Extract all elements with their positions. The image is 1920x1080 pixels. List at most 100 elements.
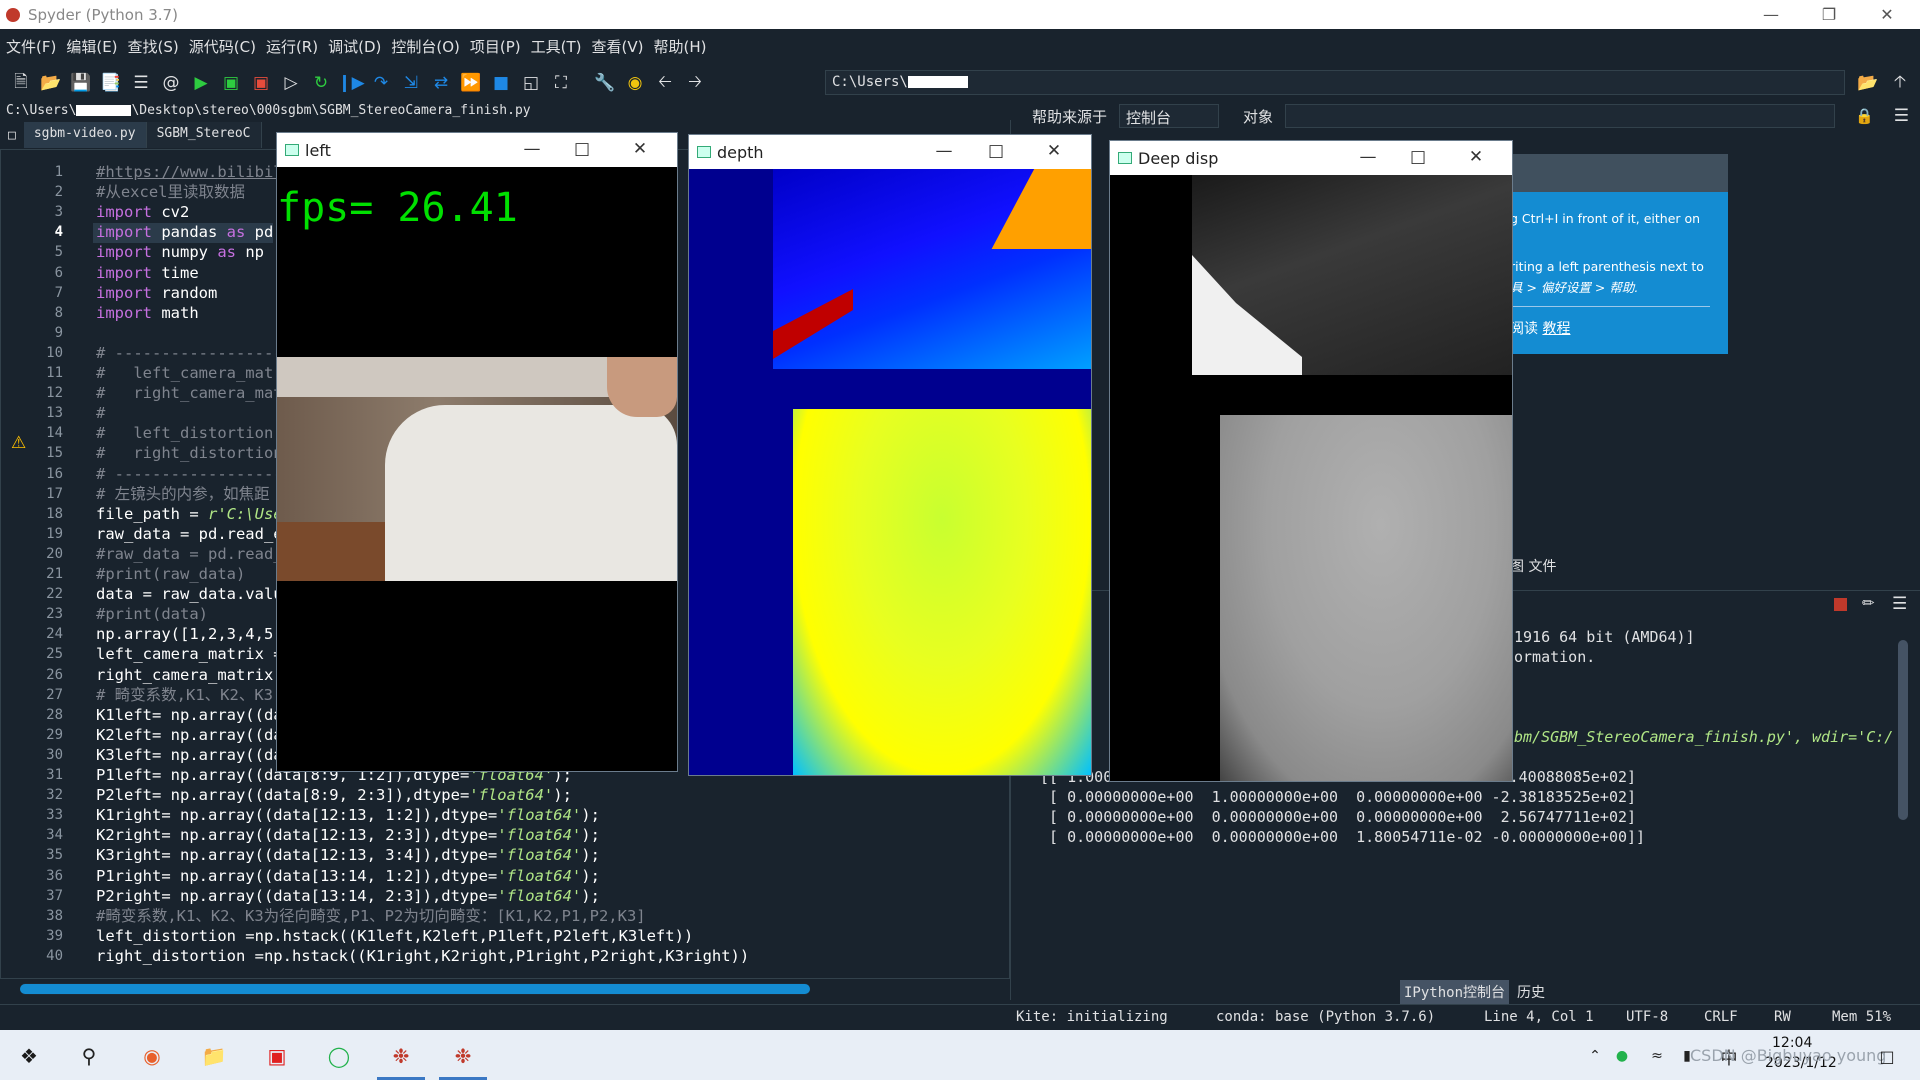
code-line[interactable]: # 畸变系数,K1、K2、K3 — [96, 685, 273, 705]
code-line[interactable]: file_path = r'C:\Use — [96, 504, 283, 524]
editor-horizontal-scrollbar[interactable] — [20, 983, 810, 995]
close-button[interactable]: ✕ — [1039, 141, 1069, 163]
code-line[interactable]: import numpy as np — [96, 242, 264, 262]
tab-history[interactable]: 历史 — [1513, 980, 1549, 1004]
maximize-button[interactable]: □ — [981, 141, 1011, 163]
tab-sgbm-stereo[interactable]: SGBM_StereoC — [146, 122, 262, 148]
code-line[interactable]: import pandas as pd — [96, 222, 273, 242]
menu-help[interactable]: 帮助(H) — [653, 36, 706, 57]
menu-edit[interactable]: 编辑(E) — [66, 36, 117, 57]
minimize-button[interactable]: — — [1748, 0, 1794, 29]
code-line[interactable]: #print(raw_data) — [96, 564, 245, 584]
close-button[interactable]: ✕ — [1461, 147, 1491, 169]
code-line[interactable]: raw_data = pd.read_e — [96, 524, 283, 544]
run-cell-advance-icon[interactable]: ▣ — [250, 72, 272, 94]
windows-start-icon[interactable]: ❖ — [12, 1039, 46, 1073]
spyder-taskbar-icon-2[interactable]: ❉ — [446, 1039, 480, 1073]
code-line[interactable]: #raw_data = pd.read_ — [96, 544, 283, 564]
save-all-icon[interactable]: 📑 — [100, 72, 122, 94]
save-icon[interactable]: 💾 — [70, 72, 92, 94]
code-line[interactable]: #从excel里读取数据 — [96, 182, 245, 202]
back-arrow-icon[interactable]: 🡠 — [654, 72, 676, 94]
code-line[interactable]: np.array([1,2,3,4,5, — [96, 624, 283, 644]
code-line[interactable]: data = raw_data.valu — [96, 584, 283, 604]
code-line[interactable]: # right_distortion — [96, 443, 283, 463]
disparity-window[interactable]: Deep disp — □ ✕ — [1109, 140, 1513, 782]
menu-tools[interactable]: 工具(T) — [531, 36, 582, 57]
tutorial-link[interactable]: 教程 — [1542, 321, 1570, 337]
python-icon[interactable]: ◉ — [624, 72, 646, 94]
code-line[interactable]: #畸变系数,K1、K2、K3为径向畸变,P1、P2为切向畸变：[K1,K2,P1… — [96, 906, 646, 926]
code-line[interactable]: # ------------------ — [96, 464, 283, 484]
help-object-input[interactable] — [1285, 104, 1836, 128]
tab-ipython-console[interactable]: IPython控制台 — [1400, 980, 1510, 1004]
code-line[interactable]: import time — [96, 263, 199, 283]
depth-window[interactable]: depth — □ ✕ — [688, 134, 1092, 776]
code-line[interactable]: right_camera_matrix — [96, 665, 283, 685]
list-icon[interactable]: ☰ — [130, 72, 152, 94]
minimize-button[interactable]: — — [929, 141, 959, 163]
360-icon[interactable]: ◯ — [322, 1039, 356, 1073]
browse-tabs-icon[interactable]: □ — [8, 128, 16, 143]
left-camera-window[interactable]: left — □ ✕ fps= 26.41 — [276, 132, 678, 772]
menu-run[interactable]: 运行(R) — [266, 36, 318, 57]
debug-icon[interactable]: ❙▶ — [337, 72, 364, 94]
menu-debug[interactable]: 调试(D) — [328, 36, 381, 57]
code-line[interactable]: import random — [96, 283, 217, 303]
code-line[interactable]: right_distortion =np.hstack((K1right,K2r… — [96, 946, 749, 966]
close-button[interactable]: ✕ — [625, 139, 655, 161]
rerun-icon[interactable]: ↻ — [310, 72, 332, 94]
code-line[interactable]: left_distortion =np.hstack((K1left,K2lef… — [96, 926, 693, 946]
browse-folder-icon[interactable]: 📂 — [1857, 72, 1879, 94]
wifi-icon[interactable]: ≈ — [1640, 1039, 1674, 1073]
menu-consoles[interactable]: 控制台(O) — [391, 36, 460, 57]
working-directory-input[interactable]: C:\Users\ — [825, 70, 1845, 95]
warning-icon[interactable]: ⚠ — [11, 433, 26, 453]
continue-icon[interactable]: ⏩ — [460, 72, 482, 94]
help-pane-tabs[interactable]: 图 文件 — [1510, 556, 1556, 576]
clear-console-icon[interactable]: ✏ — [1862, 594, 1875, 612]
code-line[interactable]: import cv2 — [96, 202, 189, 222]
code-line[interactable]: K1right= np.array((data[12:13, 1:2]),dty… — [96, 805, 600, 825]
step-into-icon[interactable]: ⇲ — [400, 72, 422, 94]
code-line[interactable]: K3right= np.array((data[12:13, 3:4]),dty… — [96, 845, 600, 865]
tray-app-icon[interactable]: ● — [1605, 1039, 1639, 1073]
minimize-button[interactable]: — — [1353, 147, 1383, 169]
tab-sgbm-video[interactable]: sgbm-video.py — [23, 122, 147, 148]
file-explorer-icon[interactable]: 📁 — [197, 1039, 231, 1073]
scrollbar-thumb[interactable] — [20, 984, 810, 994]
depth-window-titlebar[interactable]: depth — [689, 135, 1091, 169]
youdao-icon[interactable]: ▣ — [260, 1039, 294, 1073]
step-icon[interactable]: ↷ — [370, 72, 392, 94]
code-line[interactable]: K2left= np.array((da — [96, 725, 283, 745]
code-line[interactable]: left_camera_matrix = — [96, 644, 283, 664]
code-line[interactable]: # 左镜头的内参，如焦距 — [96, 484, 270, 504]
options-menu-icon[interactable]: ☰ — [1894, 106, 1909, 126]
fullscreen-icon[interactable]: ⛶ — [550, 72, 572, 94]
code-line[interactable]: K2right= np.array((data[12:13, 2:3]),dty… — [96, 825, 600, 845]
code-line[interactable]: # left_camera_matr — [96, 363, 283, 383]
maximize-button[interactable]: □ — [1403, 147, 1433, 169]
notification-icon[interactable]: □ — [1870, 1039, 1904, 1073]
open-file-icon[interactable]: 📂 — [40, 72, 62, 94]
code-line[interactable]: K1left= np.array((da — [96, 705, 283, 725]
code-line[interactable]: # right_camera_mat — [96, 383, 283, 403]
code-line[interactable]: P2left= np.array((data[8:9, 2:3]),dtype=… — [96, 785, 572, 805]
menu-file[interactable]: 文件(F) — [6, 36, 56, 57]
console-scrollbar[interactable] — [1898, 640, 1908, 820]
stop-icon[interactable]: ■ — [490, 72, 512, 94]
code-line[interactable]: #https://www.bilibil — [96, 162, 283, 182]
firefox-icon[interactable]: ◉ — [135, 1039, 169, 1073]
code-line[interactable]: import math — [96, 303, 199, 323]
forward-arrow-icon[interactable]: 🡢 — [684, 72, 706, 94]
new-file-icon[interactable]: 🗎 — [10, 72, 32, 94]
menu-view[interactable]: 查看(V) — [592, 36, 644, 57]
parent-dir-icon[interactable]: 🡡 — [1889, 72, 1911, 94]
code-line[interactable]: # left_distortion — [96, 423, 273, 443]
help-source-select[interactable]: 控制台 — [1119, 104, 1220, 128]
run-selection-icon[interactable]: ▷ — [280, 72, 302, 94]
search-icon[interactable]: ⚲ — [72, 1039, 106, 1073]
maximize-pane-icon[interactable]: ◱ — [520, 72, 542, 94]
stop-console-icon[interactable] — [1834, 598, 1847, 611]
minimize-button[interactable]: — — [517, 139, 547, 161]
